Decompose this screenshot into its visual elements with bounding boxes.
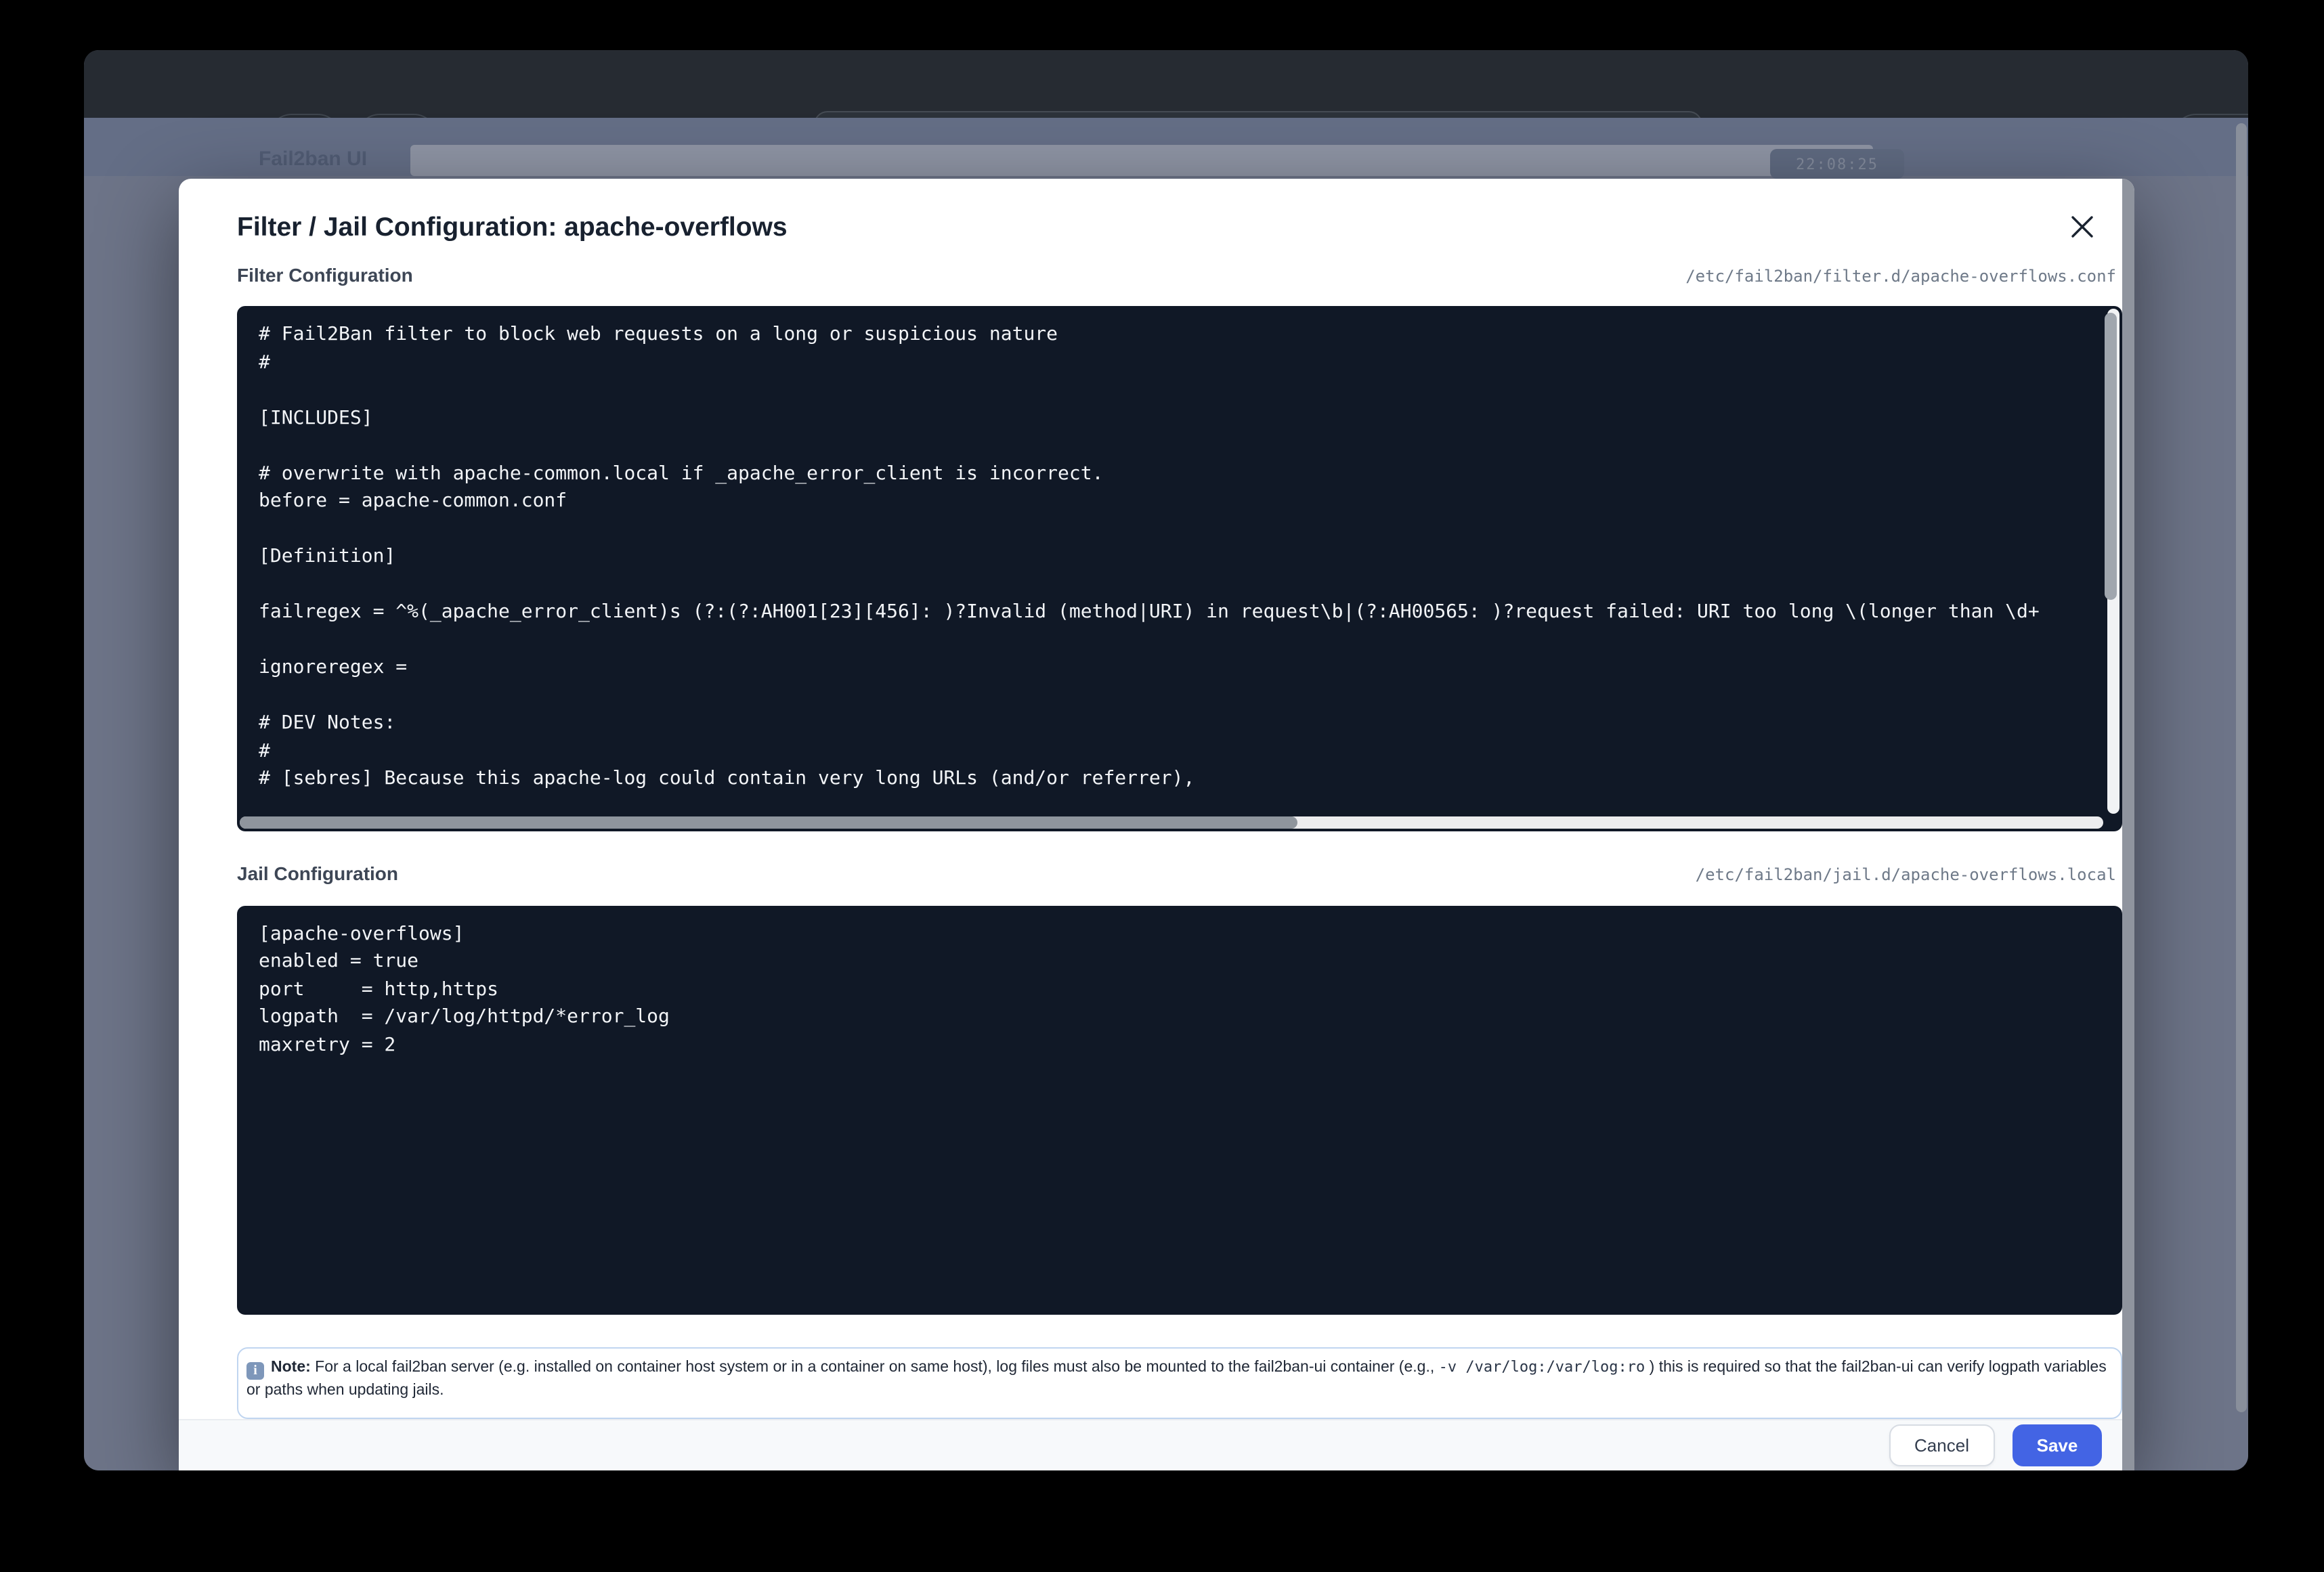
page-header: Fail2ban UI 22:08:25 <box>84 117 2248 176</box>
jail-config-code[interactable]: [apache-overflows] enabled = true port =… <box>237 905 2122 1074</box>
jail-config-editor[interactable]: [apache-overflows] enabled = true port =… <box>237 905 2122 1314</box>
filter-editor-vscrollbar-thumb[interactable] <box>2105 313 2117 600</box>
modal-footer: Cancel Save <box>178 1418 2134 1470</box>
cancel-button[interactable]: Cancel <box>1889 1424 1994 1466</box>
jail-config-path: /etc/fail2ban/jail.d/apache-overflows.lo… <box>1696 865 2116 883</box>
filter-config-path: /etc/fail2ban/filter.d/apache-overflows.… <box>1685 266 2116 285</box>
info-icon: i <box>246 1362 264 1380</box>
browser-toolbar: fail2ban.swissmakers.corp A 文 <box>84 50 2248 117</box>
note-label: Note: <box>271 1359 311 1376</box>
save-button[interactable]: Save <box>2013 1424 2102 1466</box>
clock-text: 22:08:25 <box>1796 155 1878 173</box>
app-title: Fail2ban UI <box>259 147 367 170</box>
close-button[interactable] <box>2067 212 2097 242</box>
modal-dialog: Filter / Jail Configuration: apache-over… <box>178 178 2134 1470</box>
filter-editor-hscrollbar-track[interactable] <box>240 816 2103 829</box>
modal-scrollbar[interactable] <box>2122 178 2134 1470</box>
browser-window: fail2ban.swissmakers.corp A 文 <box>84 50 2248 1470</box>
jail-section-label: Jail Configuration <box>237 863 398 884</box>
page-scrollbar[interactable] <box>2236 123 2247 1412</box>
filter-section-label: Filter Configuration <box>237 264 413 286</box>
screenshot-stage: fail2ban.swissmakers.corp A 文 <box>0 0 2324 1572</box>
page-nav-bar <box>410 144 1873 176</box>
clock-badge: 22:08:25 <box>1770 149 1904 179</box>
filter-config-code[interactable]: # Fail2Ban filter to block web requests … <box>237 306 2122 808</box>
note-box: i Note: For a local fail2ban server (e.g.… <box>237 1347 2122 1419</box>
note-code: -v /var/log:/var/log:ro <box>1439 1358 1645 1376</box>
filter-editor-vscrollbar-track[interactable] <box>2107 309 2119 814</box>
note-text-before: For a local fail2ban server (e.g. instal… <box>311 1359 1439 1376</box>
filter-config-editor[interactable]: # Fail2Ban filter to block web requests … <box>237 306 2122 831</box>
close-icon <box>2071 215 2094 238</box>
modal-title: Filter / Jail Configuration: apache-over… <box>237 209 788 244</box>
filter-editor-hscrollbar-thumb[interactable] <box>240 816 1297 829</box>
